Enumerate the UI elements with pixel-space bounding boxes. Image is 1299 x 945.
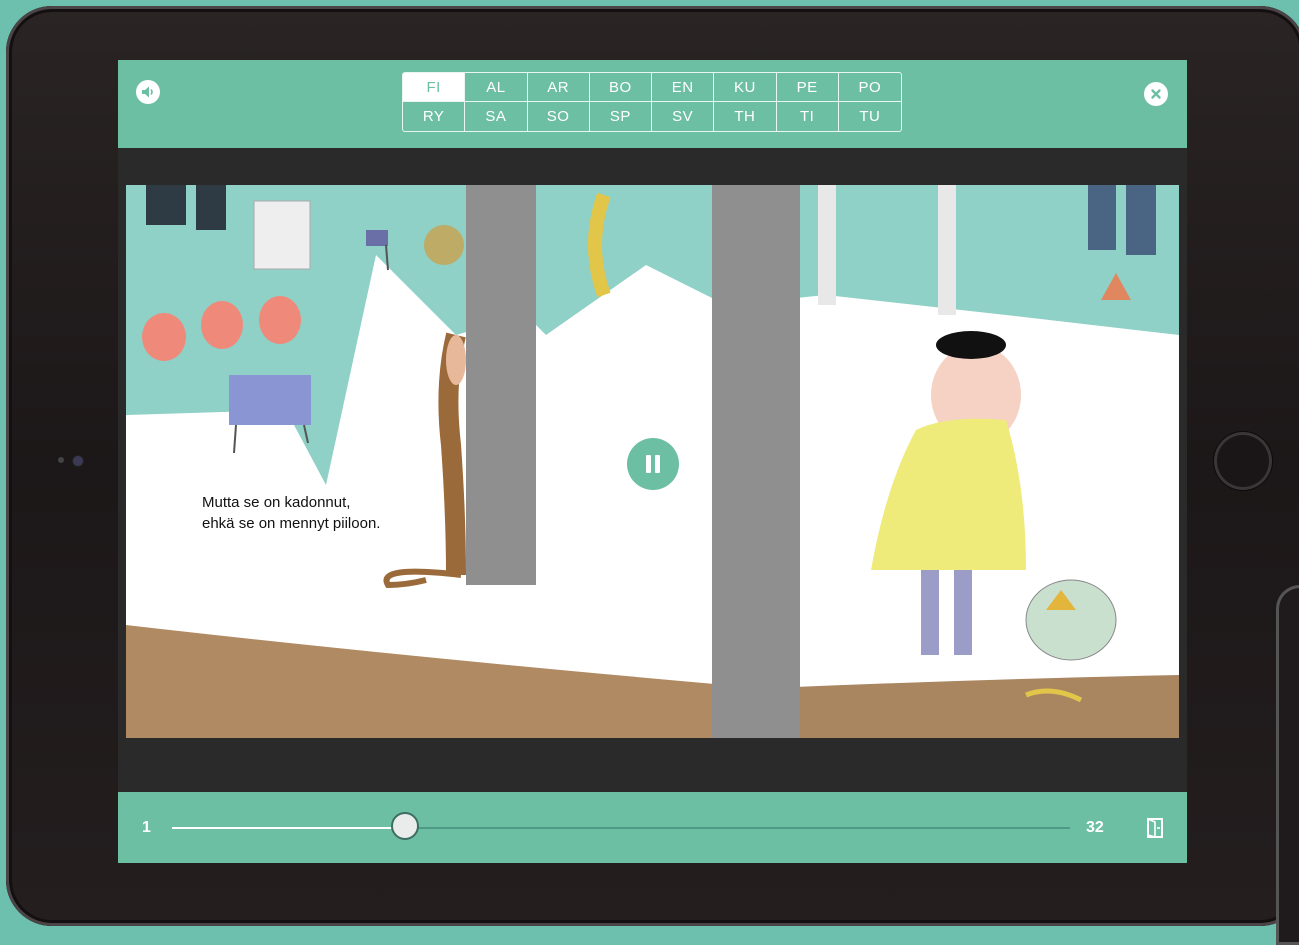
language-tab-en[interactable]: EN <box>652 73 715 102</box>
language-tab-sa[interactable]: SA <box>465 102 528 131</box>
language-tab-sp[interactable]: SP <box>590 102 652 131</box>
close-icon[interactable] <box>1144 82 1168 106</box>
page-slider[interactable] <box>172 812 1070 840</box>
slider-progress <box>172 827 406 829</box>
app-screen: FI AL AR BO EN KU PE PO RY SA SO SP SV TH TI TU <box>118 60 1187 863</box>
language-tab-pe[interactable]: PE <box>776 73 839 102</box>
language-tab-bo[interactable]: BO <box>589 73 652 102</box>
slider-thumb[interactable] <box>391 812 420 840</box>
language-tab-tu[interactable]: TU <box>839 102 901 131</box>
language-selector: FI AL AR BO EN KU PE PO RY SA SO SP SV TH TI TU <box>402 72 902 132</box>
language-tab-so[interactable]: SO <box>528 102 590 131</box>
camera-sensor <box>58 457 64 463</box>
language-tab-ar[interactable]: AR <box>527 73 590 102</box>
language-tab-fi[interactable]: FI <box>403 73 466 102</box>
bottom-toolbar: 1 32 <box>118 792 1187 863</box>
exit-book-icon[interactable] <box>1146 817 1166 844</box>
speaker-icon[interactable] <box>136 80 160 104</box>
home-button[interactable] <box>1214 432 1272 490</box>
language-tab-po[interactable]: PO <box>838 73 901 102</box>
pause-button[interactable] <box>627 438 679 490</box>
second-tablet-edge <box>1276 585 1299 945</box>
language-tab-sv[interactable]: SV <box>652 102 715 131</box>
camera-lens <box>72 455 84 467</box>
book-illustration: Mutta se on kadonnut, ehkä se on mennyt … <box>126 185 1179 738</box>
language-tab-ku[interactable]: KU <box>714 73 777 102</box>
first-page-label: 1 <box>142 819 151 836</box>
pause-icon <box>646 455 660 473</box>
language-tab-ti[interactable]: TI <box>777 102 839 131</box>
top-toolbar: FI AL AR BO EN KU PE PO RY SA SO SP SV TH TI TU <box>118 60 1187 148</box>
language-tab-ry[interactable]: RY <box>403 102 466 131</box>
language-tab-th[interactable]: TH <box>714 102 777 131</box>
story-text: Mutta se on kadonnut, ehkä se on mennyt … <box>202 494 381 532</box>
language-tab-al[interactable]: AL <box>465 73 528 102</box>
last-page-label: 32 <box>1086 819 1104 836</box>
